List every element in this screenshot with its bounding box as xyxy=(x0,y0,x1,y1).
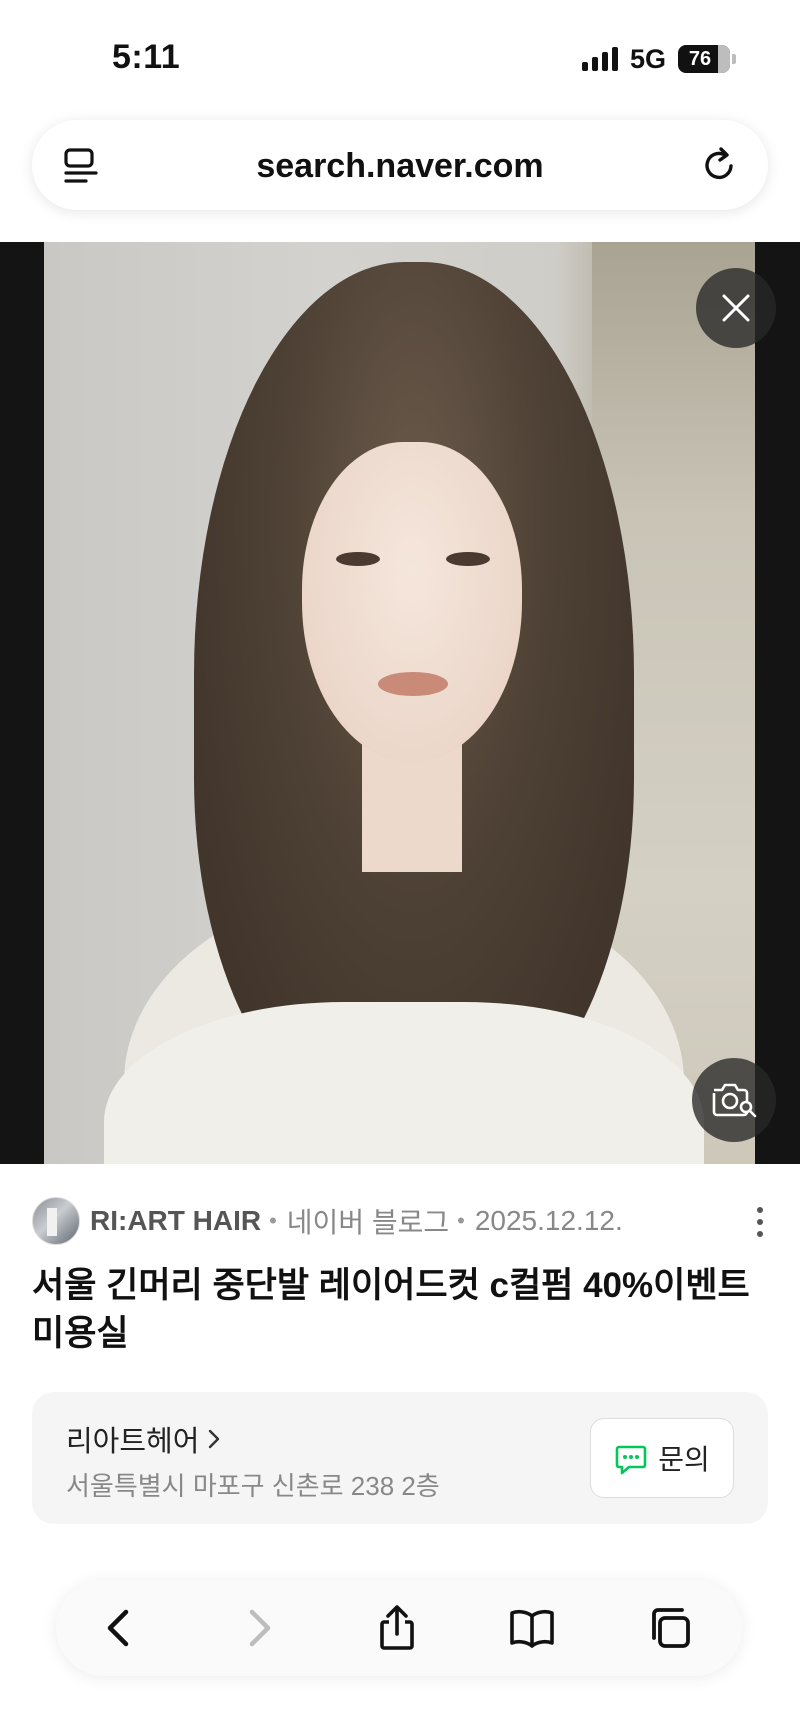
tabs-icon[interactable] xyxy=(646,1604,694,1652)
separator-dot: • xyxy=(269,1208,277,1233)
bookmarks-icon[interactable] xyxy=(508,1604,556,1652)
source-avatar[interactable] xyxy=(32,1197,80,1245)
place-name-link[interactable]: 리아트헤어 xyxy=(66,1418,221,1460)
image-viewer xyxy=(0,242,800,1164)
chat-icon xyxy=(615,1445,647,1475)
status-bar: 5:11 5G 76 xyxy=(0,0,800,110)
source-name[interactable]: RI:ART HAIR xyxy=(90,1205,261,1237)
inquiry-label: 문의 xyxy=(658,1444,710,1475)
lens-search-icon xyxy=(712,1083,757,1118)
cellular-signal-icon xyxy=(581,47,618,71)
forward-icon[interactable] xyxy=(234,1604,282,1652)
status-indicators: 5G 76 xyxy=(581,43,736,74)
separator-dot: • xyxy=(457,1208,465,1233)
url-text[interactable]: search.naver.com xyxy=(32,147,768,186)
close-icon xyxy=(722,294,750,322)
place-card: 리아트헤어 서울특별시 마포구 신촌로 238 2층 문의 xyxy=(32,1392,768,1524)
more-options-icon[interactable] xyxy=(748,1204,772,1240)
source-row[interactable]: RI:ART HAIR • 네이버 블로그 • 2025.12.12. xyxy=(32,1196,772,1246)
address-bar[interactable]: search.naver.com xyxy=(32,120,768,210)
battery-icon: 76 xyxy=(678,45,730,73)
place-name: 리아트헤어 xyxy=(66,1426,200,1458)
battery-tip xyxy=(732,54,736,64)
lens-search-button[interactable] xyxy=(692,1058,776,1142)
source-date: 2025.12.12. xyxy=(474,1205,623,1236)
hairstyle-photo[interactable] xyxy=(44,242,755,1164)
place-address: 서울특별시 마포구 신촌로 238 2층 xyxy=(66,1471,440,1501)
back-icon[interactable] xyxy=(96,1604,144,1652)
inquiry-button[interactable]: 문의 xyxy=(590,1418,734,1498)
network-type: 5G xyxy=(629,43,666,74)
status-time: 5:11 xyxy=(112,38,181,76)
reload-icon[interactable] xyxy=(700,145,740,185)
close-button[interactable] xyxy=(696,268,776,348)
source-platform: 네이버 블로그 xyxy=(286,1207,450,1238)
post-title[interactable]: 서울 긴머리 중단발 레이어드컷 c컬펌 40%이벤트 미용실 xyxy=(32,1262,772,1358)
chevron-right-icon xyxy=(209,1429,220,1449)
browser-toolbar xyxy=(56,1580,742,1676)
share-icon[interactable] xyxy=(373,1604,421,1652)
battery-level: 76 xyxy=(688,47,712,70)
